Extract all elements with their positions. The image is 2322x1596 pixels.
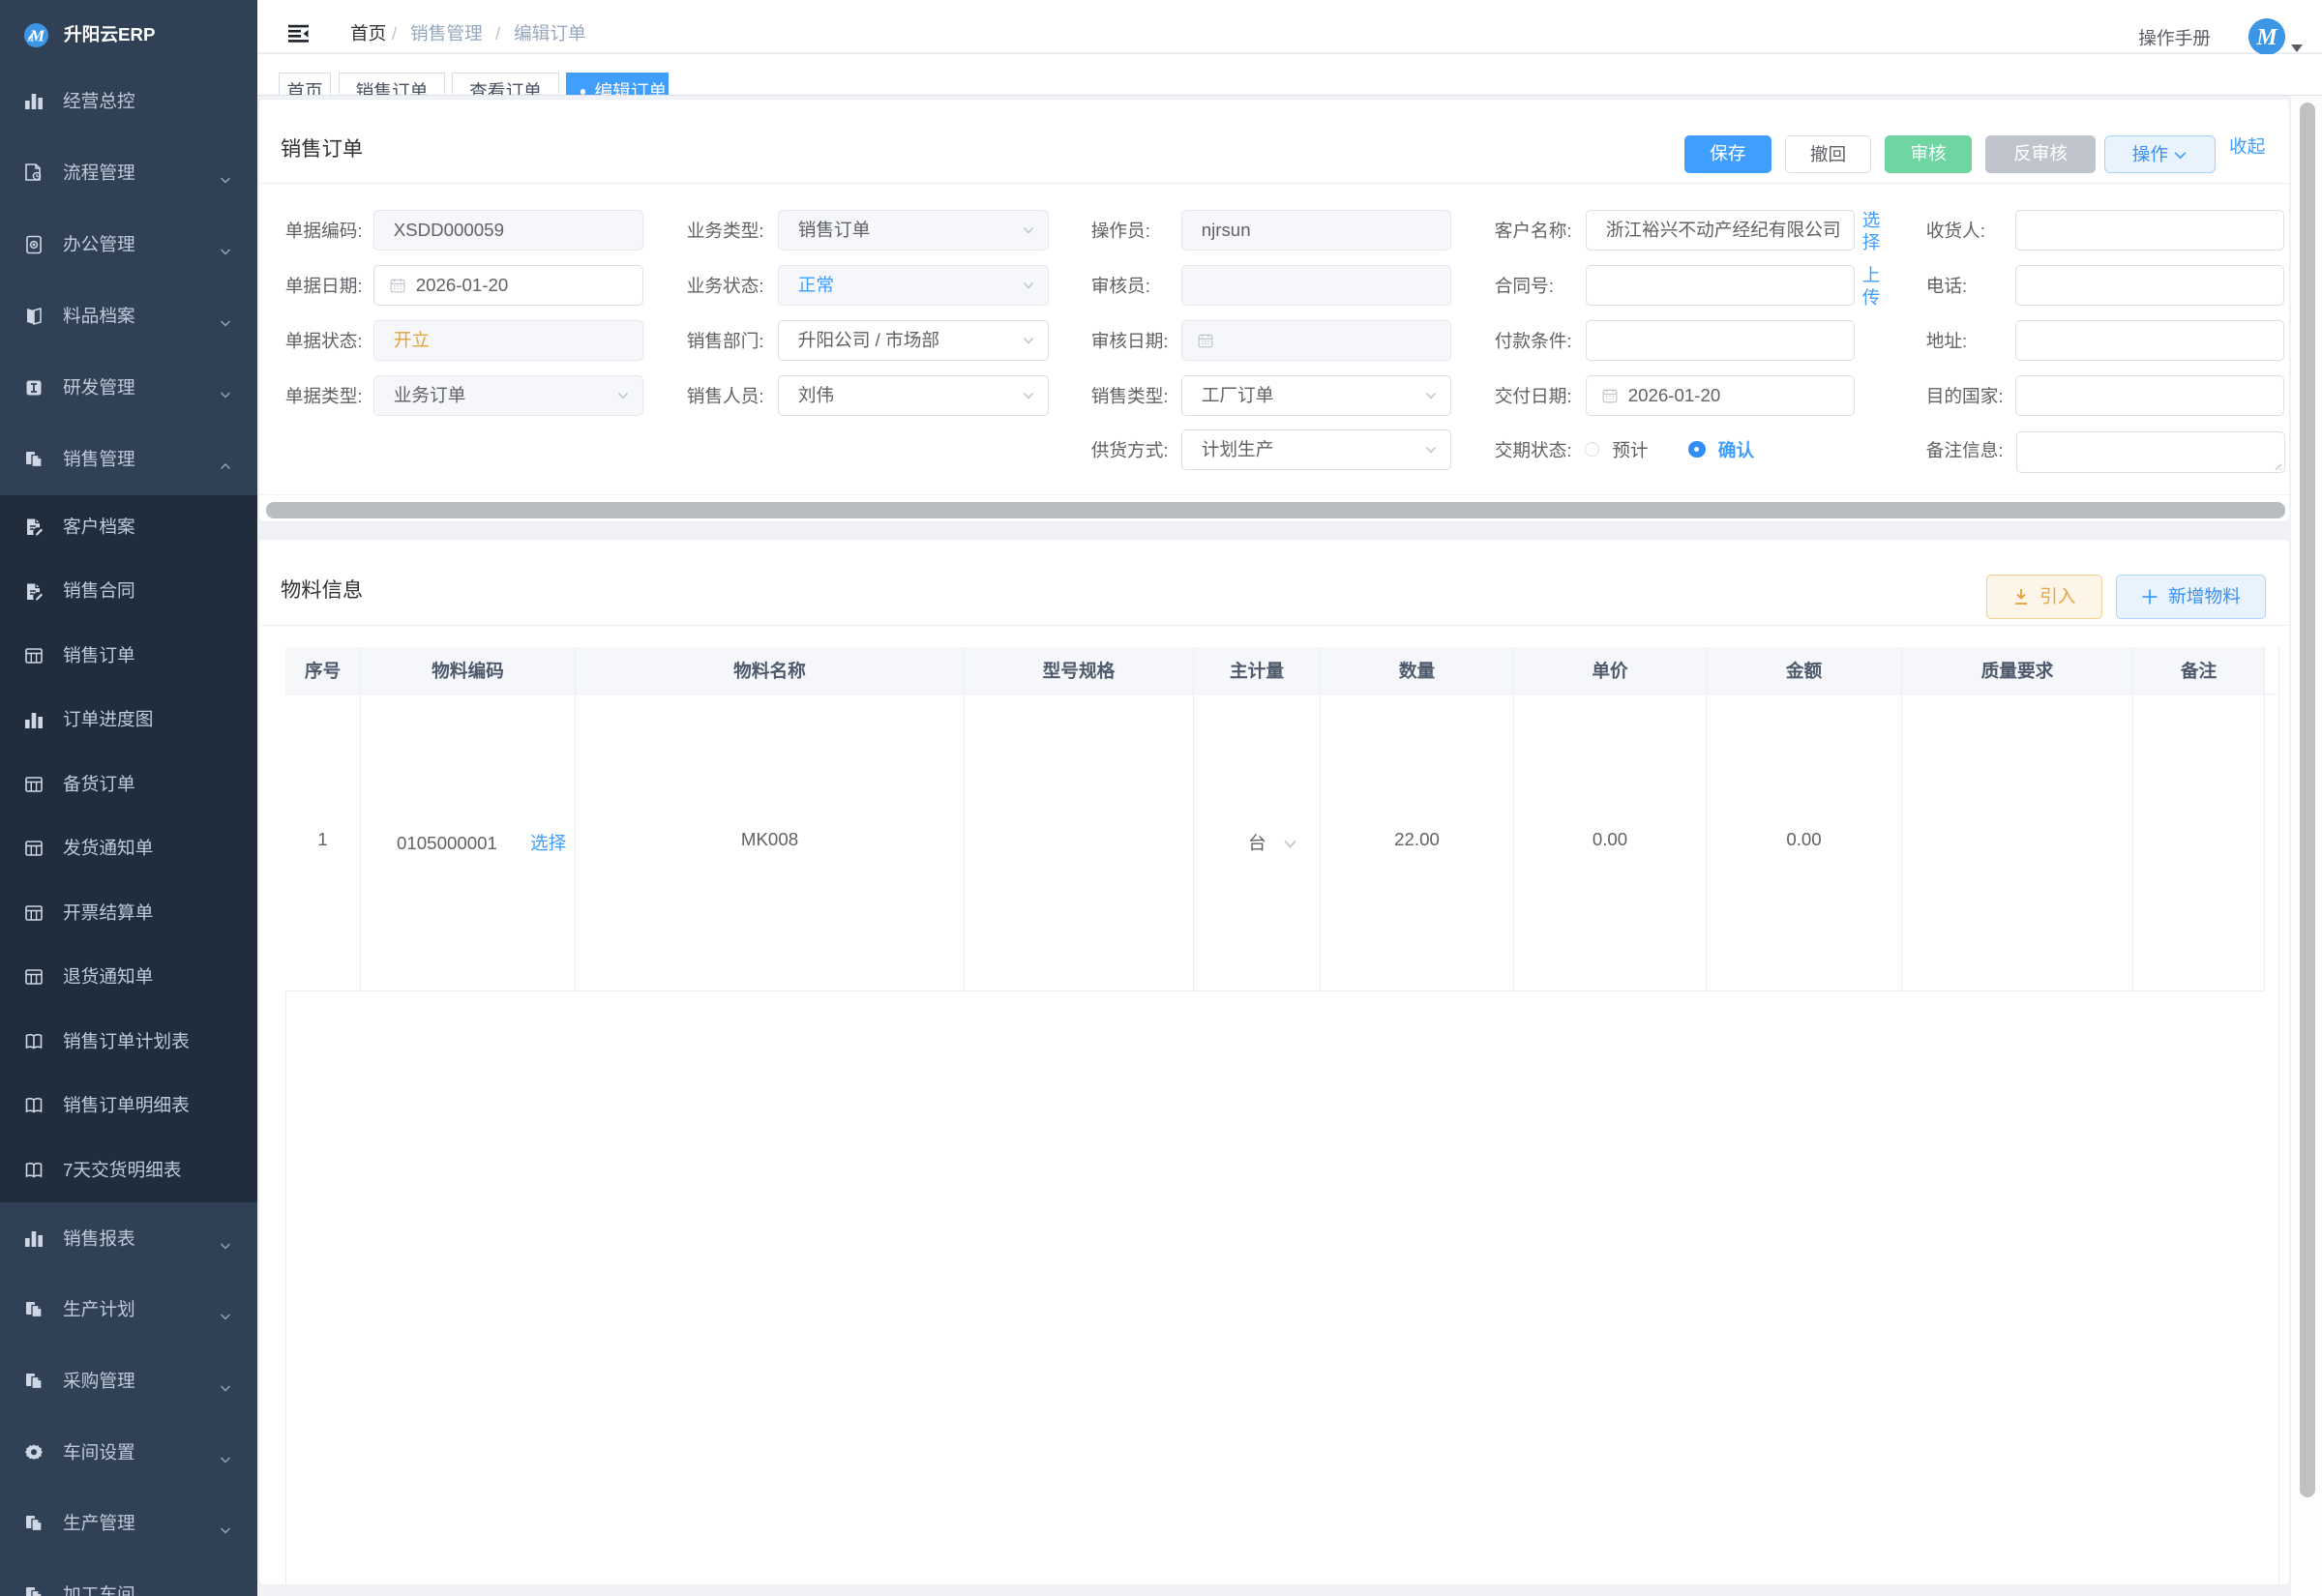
svg-text:M: M [2255, 25, 2278, 50]
